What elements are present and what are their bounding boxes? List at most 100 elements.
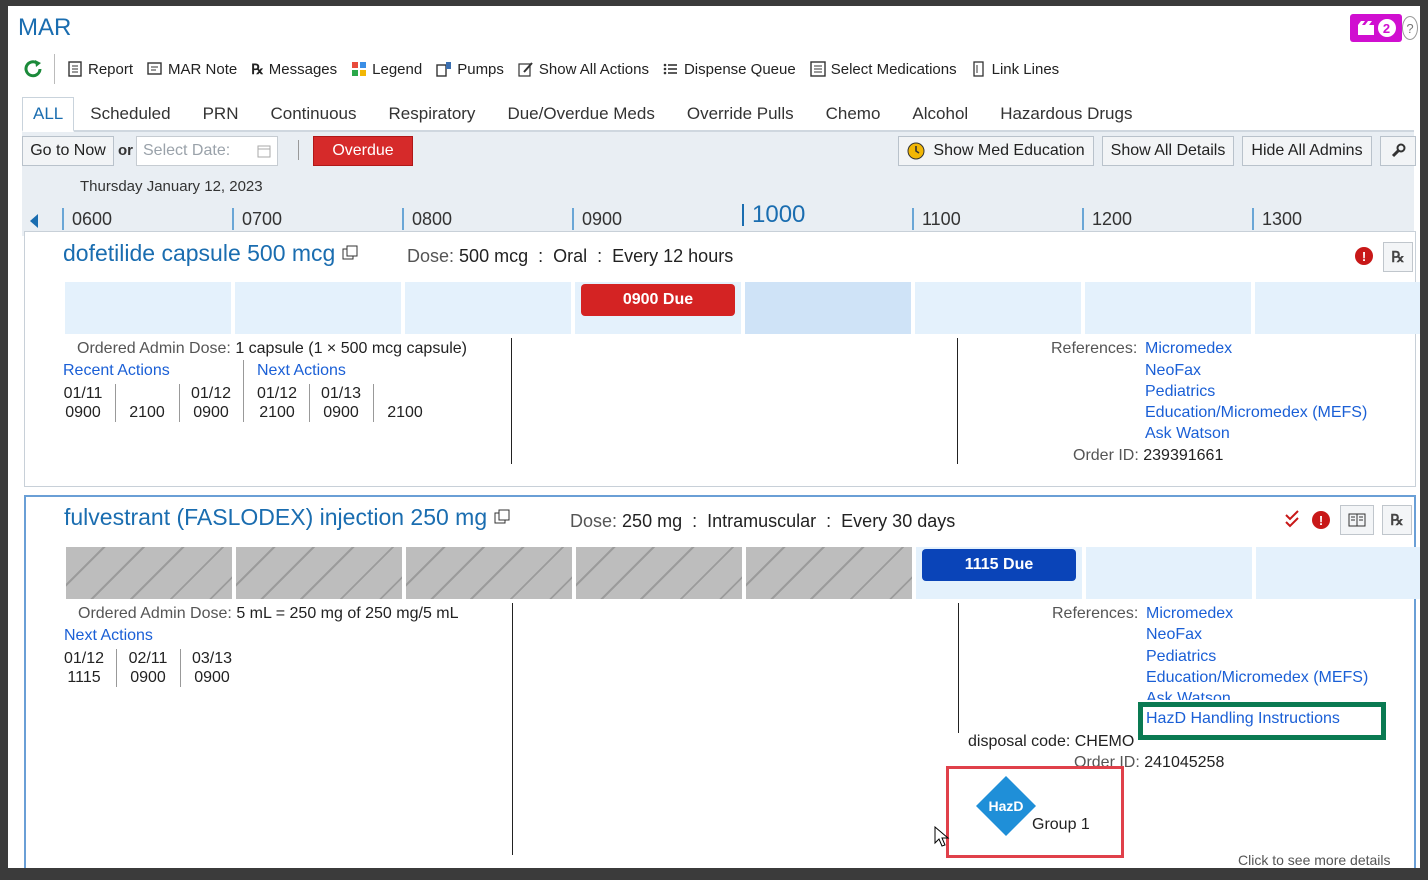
reference-link[interactable]: Education/Micromedex (MEFS) [1146,669,1368,687]
pumps-button[interactable]: Pumps [436,61,504,78]
reference-link[interactable]: NeoFax [1146,626,1202,644]
tab-chemo[interactable]: Chemo [810,104,897,130]
help-icon[interactable]: ? [1402,16,1418,40]
reference-link[interactable]: Micromedex [1145,340,1232,358]
recent-actions-link[interactable]: Recent Actions [63,362,170,380]
refresh-icon[interactable] [22,58,44,80]
action-entry: 02/11 0900 [126,649,170,687]
settings-button[interactable] [1380,136,1416,166]
tab-prn[interactable]: PRN [187,104,255,130]
mar-note-button[interactable]: MAR Note [147,61,237,78]
med-card-dofetilide[interactable]: dofetilide capsule 500 mcg Dose: 500 mcg… [24,231,1420,487]
tab-alcohol[interactable]: Alcohol [896,104,984,130]
med-info-button[interactable] [1340,505,1374,535]
time-slot[interactable] [1256,547,1420,599]
toolbar: Report MAR Note ℞ Messages Legend Pumps … [22,54,1073,84]
action-entry: 01/13 0900 [319,384,363,422]
alert-icon[interactable]: ! [1355,247,1373,265]
messages-button[interactable]: ℞ Messages [251,61,337,78]
reference-link[interactable]: Pediatrics [1146,648,1216,666]
control-bar: Go to Now or Select Date: Overdue Show M… [22,132,1416,166]
popout-icon[interactable] [342,245,358,261]
tab-respiratory[interactable]: Respiratory [373,104,492,130]
date-input[interactable]: Select Date: [136,136,278,166]
due-button[interactable]: 1115 Due [922,549,1076,581]
time-slot[interactable] [1085,282,1251,334]
time-slot[interactable] [65,282,231,334]
reference-link[interactable]: NeoFax [1145,362,1201,380]
time-slot[interactable] [915,282,1081,334]
med-card-fulvestrant[interactable]: fulvestrant (FASLODEX) injection 250 mg … [24,495,1420,868]
med-name[interactable]: fulvestrant (FASLODEX) injection 250 mg [64,504,510,531]
time-slot[interactable] [405,282,571,334]
next-actions-link[interactable]: Next Actions [257,362,346,380]
tab-continuous[interactable]: Continuous [255,104,373,130]
schedule-slots: 0900 Due [65,282,1420,334]
action-date: 01/12 [256,385,298,402]
date-timeline-bar: Thursday January 12, 2023 0600 0700 0800… [22,166,1414,236]
rx-icon: ℞ [1390,512,1404,529]
rx-button[interactable]: ℞ [1382,505,1412,535]
action-entry: 01/12 1115 [64,649,104,687]
show-all-actions-button[interactable]: Show All Actions [518,61,649,78]
alert-icon[interactable]: ! [1312,511,1330,529]
filter-tabs: ALL Scheduled PRN Continuous Respiratory… [22,97,1414,132]
reference-link[interactable]: Education/Micromedex (MEFS) [1145,404,1367,422]
reference-link[interactable]: Ask Watson [1146,690,1231,700]
action-time: 1115 [67,669,101,686]
more-details-hint[interactable]: Click to see more details [1238,852,1391,868]
tab-all[interactable]: ALL [22,97,75,132]
action-time: 0900 [323,404,359,421]
time-slot[interactable] [235,282,401,334]
action-date: 01/13 [320,385,362,402]
ordered-label: Ordered Admin Dose: [78,605,232,622]
dose-label: Dose: [570,511,618,531]
tab-hazardous-drugs[interactable]: Hazardous Drugs [984,104,1148,130]
time-slot-disabled [66,547,232,599]
time-tick-current: 1000 [742,203,805,227]
tab-scheduled[interactable]: Scheduled [74,104,186,130]
time-slot-disabled [746,547,912,599]
show-all-details-button[interactable]: Show All Details [1102,136,1234,166]
time-slot[interactable]: 0900 Due [575,282,741,334]
overdue-button[interactable]: Overdue [313,136,413,166]
med-name[interactable]: dofetilide capsule 500 mcg [63,240,358,267]
med-name-text: fulvestrant (FASLODEX) injection 250 mg [64,504,488,530]
time-slot[interactable] [1255,282,1420,334]
link-lines-button[interactable]: Link Lines [971,61,1059,78]
tab-due-overdue[interactable]: Due/Overdue Meds [491,104,670,130]
column-divider [512,603,513,855]
report-button[interactable]: Report [67,61,133,78]
double-check-icon[interactable] [1284,509,1302,529]
ordered-value: 1 capsule (1 × 500 mcg capsule) [235,340,467,357]
notification-badge[interactable]: 2 [1350,14,1402,42]
calendar-icon[interactable] [257,144,271,158]
hide-all-admins-button[interactable]: Hide All Admins [1242,136,1372,166]
mar-window: MAR 2 ? Report MAR Note ℞ Messages Legen… [8,6,1420,868]
time-tick: 1200 [1082,208,1132,230]
reference-link[interactable]: Ask Watson [1145,425,1230,443]
action-time: 2100 [129,404,165,421]
tab-override-pulls[interactable]: Override Pulls [671,104,810,130]
dispense-queue-button[interactable]: Dispense Queue [663,61,796,78]
time-slot[interactable] [1086,547,1252,599]
legend-button[interactable]: Legend [351,61,422,78]
popout-icon[interactable] [494,509,510,525]
reference-link[interactable]: Micromedex [1146,605,1233,623]
time-slot-current[interactable] [745,282,911,334]
dose-value: 500 mcg [459,246,529,266]
timeline-back-icon[interactable] [30,214,38,228]
show-med-education-button[interactable]: Show Med Education [898,136,1094,166]
rx-button[interactable]: ℞ [1383,242,1413,272]
action-time: 0900 [193,404,229,421]
toolbar-divider [54,54,55,84]
select-medications-button[interactable]: Select Medications [810,61,957,78]
time-slot[interactable]: 1115 Due [916,547,1082,599]
action-entry: 2100 [383,384,427,422]
action-entry: 01/11 0900 [63,384,103,422]
reference-link[interactable]: Pediatrics [1145,383,1215,401]
control-divider [298,140,299,160]
next-actions-link[interactable]: Next Actions [64,627,153,645]
go-to-now-button[interactable]: Go to Now [22,136,114,166]
due-button[interactable]: 0900 Due [581,284,735,316]
